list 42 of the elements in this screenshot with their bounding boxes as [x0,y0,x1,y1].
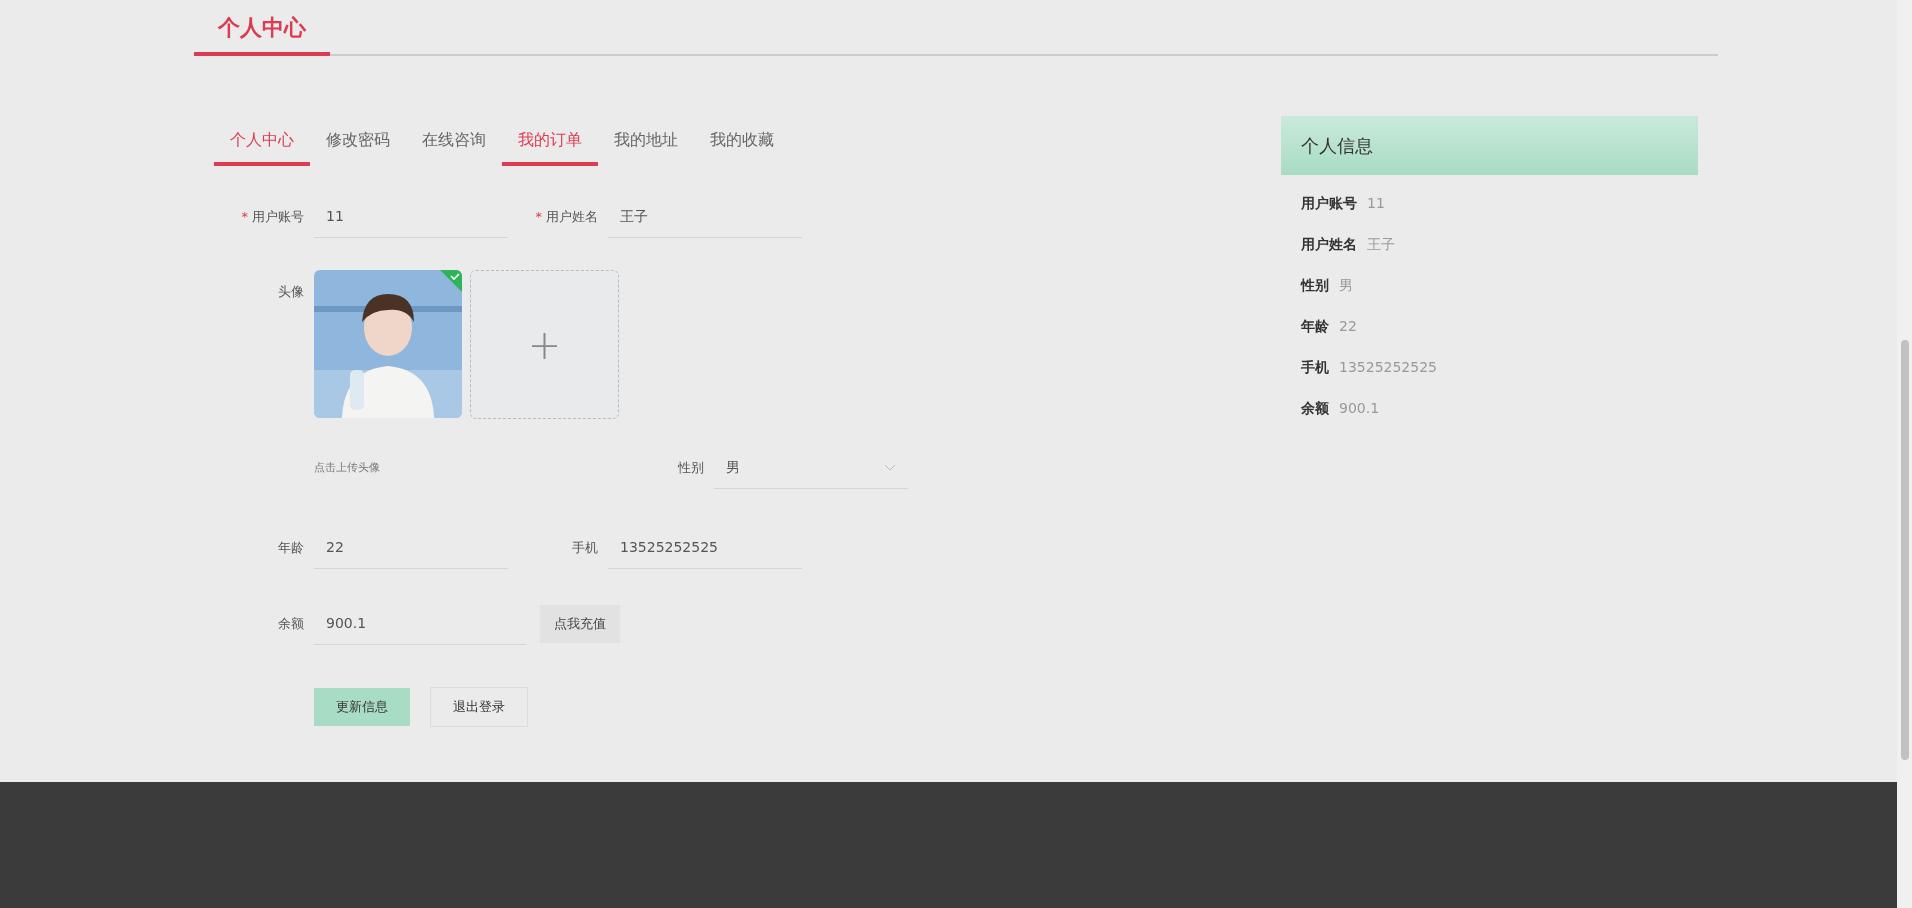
field-label: 年龄 [278,540,304,556]
required-mark: * [535,209,542,225]
recharge-button[interactable]: 点我充值 [540,605,620,643]
info-label: 用户账号 [1301,194,1357,213]
input-field[interactable]: 11 [314,196,508,238]
field-label: 用户姓名 [546,209,598,225]
info-value: 男 [1339,276,1353,295]
field-label: 性别 [678,460,704,476]
field-label: 用户账号 [252,209,304,225]
info-label: 年龄 [1301,317,1329,336]
tab[interactable]: 在线咨询 [406,122,502,166]
info-label: 余额 [1301,399,1329,418]
field-label: 余额 [278,616,304,632]
check-icon [440,270,462,292]
panel-header: 个人信息 [1281,116,1698,175]
input-field[interactable]: 22 [314,527,508,569]
page-title: 个人中心 [194,11,330,56]
required-mark: * [241,209,248,225]
scrollbar[interactable] [1897,0,1912,908]
action-button[interactable]: 退出登录 [430,687,528,727]
tab[interactable]: 我的订单 [502,122,598,166]
info-label: 性别 [1301,276,1329,295]
tab[interactable]: 修改密码 [310,122,406,166]
tab[interactable]: 我的地址 [598,122,694,166]
info-value: 13525252525 [1339,358,1437,377]
input-field[interactable]: 13525252525 [608,527,802,569]
tab[interactable]: 我的收藏 [694,122,790,166]
field-label: 手机 [572,540,598,556]
chevron-down-icon [884,463,896,472]
info-value: 11 [1367,194,1385,213]
info-label: 用户姓名 [1301,235,1357,254]
info-label: 手机 [1301,358,1329,377]
input-field[interactable]: 王子 [608,196,802,238]
action-button[interactable]: 更新信息 [314,688,410,726]
field-label: 头像 [278,284,304,299]
info-value: 900.1 [1339,399,1380,418]
info-value: 王子 [1367,235,1395,254]
gender-select[interactable]: 男 [714,447,908,489]
tab[interactable]: 个人中心 [214,122,310,166]
info-value: 22 [1339,317,1357,336]
input-field[interactable]: 900.1 [314,603,526,645]
upload-hint: 点击上传头像 [314,459,381,476]
